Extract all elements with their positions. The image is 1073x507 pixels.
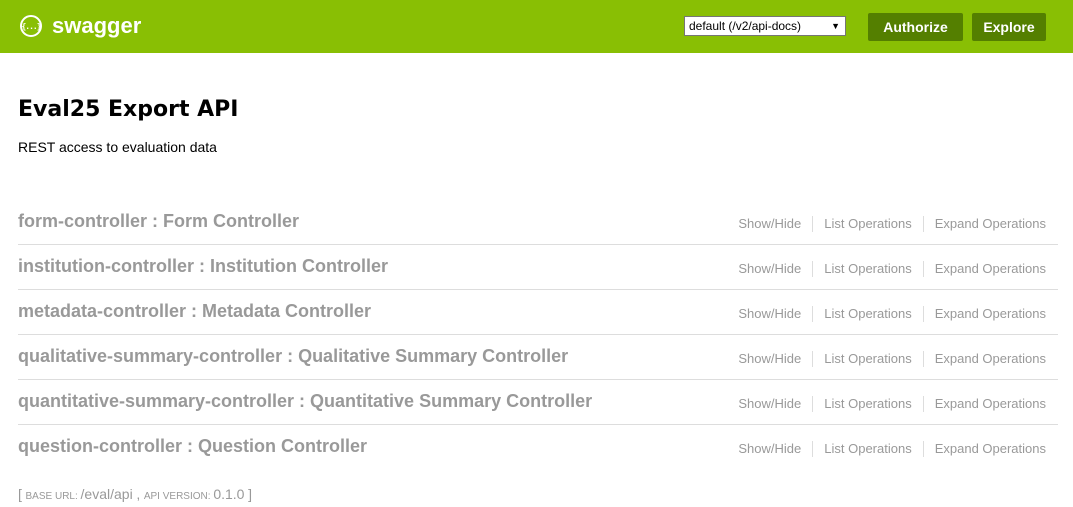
resource-item-question-controller: question-controller : Question Controlle… — [18, 425, 1058, 469]
api-select-value: default (/v2/api-docs) — [689, 19, 802, 33]
divider — [922, 351, 924, 367]
divider — [922, 261, 924, 277]
divider — [812, 306, 814, 322]
resource-item-quantitative-summary-controller: quantitative-summary-controller : Quanti… — [18, 380, 1058, 425]
divider — [922, 441, 924, 457]
api-version-label: Api version — [143, 491, 208, 502]
resource-options: Show/Hide List Operations Expand Operati… — [738, 351, 1046, 367]
api-version-value: 0.1.0 — [213, 486, 245, 502]
show-hide-link[interactable]: Show/Hide — [738, 396, 801, 412]
page-title: Eval25 Export API — [18, 97, 239, 122]
base-url-value: /eval/api — [80, 486, 133, 502]
api-definition-select[interactable]: default (/v2/api-docs) ▼ — [684, 16, 846, 36]
divider — [922, 396, 924, 412]
expand-operations-link[interactable]: Expand Operations — [935, 261, 1046, 277]
resource-list: form-controller : Form Controller Show/H… — [18, 200, 1058, 469]
resource-item-form-controller: form-controller : Form Controller Show/H… — [18, 200, 1058, 245]
expand-operations-link[interactable]: Expand Operations — [935, 441, 1046, 457]
list-operations-link[interactable]: List Operations — [824, 351, 911, 367]
expand-operations-link[interactable]: Expand Operations — [935, 216, 1046, 232]
api-footer-info: [ Base url: /eval/api , Api version: 0.1… — [18, 486, 252, 502]
resource-options: Show/Hide List Operations Expand Operati… — [738, 216, 1046, 232]
divider — [812, 261, 814, 277]
base-url-label: Base url — [25, 491, 75, 502]
authorize-button[interactable]: Authorize — [868, 13, 963, 41]
resource-item-qualitative-summary-controller: qualitative-summary-controller : Qualita… — [18, 335, 1058, 380]
resource-options: Show/Hide List Operations Expand Operati… — [738, 396, 1046, 412]
footer-open-bracket: [ — [18, 486, 22, 502]
resource-options: Show/Hide List Operations Expand Operati… — [738, 441, 1046, 457]
resource-options: Show/Hide List Operations Expand Operati… — [738, 261, 1046, 277]
expand-operations-link[interactable]: Expand Operations — [935, 351, 1046, 367]
resource-heading-link[interactable]: question-controller : Question Controlle… — [18, 435, 367, 457]
logo-text: swagger — [52, 13, 142, 38]
divider — [812, 216, 814, 232]
chevron-down-icon: ▼ — [831, 21, 840, 31]
explore-button[interactable]: Explore — [972, 13, 1046, 41]
divider — [812, 441, 814, 457]
divider — [922, 306, 924, 322]
list-operations-link[interactable]: List Operations — [824, 216, 911, 232]
divider — [922, 216, 924, 232]
resource-heading-link[interactable]: metadata-controller : Metadata Controlle… — [18, 300, 371, 322]
show-hide-link[interactable]: Show/Hide — [738, 351, 801, 367]
show-hide-link[interactable]: Show/Hide — [738, 441, 801, 457]
api-description: REST access to evaluation data — [18, 139, 217, 155]
top-header: {...} swagger default (/v2/api-docs) ▼ A… — [0, 0, 1073, 53]
expand-operations-link[interactable]: Expand Operations — [935, 306, 1046, 322]
resource-options: Show/Hide List Operations Expand Operati… — [738, 306, 1046, 322]
divider — [812, 351, 814, 367]
footer-separator: , — [136, 486, 141, 502]
expand-operations-link[interactable]: Expand Operations — [935, 396, 1046, 412]
show-hide-link[interactable]: Show/Hide — [738, 261, 801, 277]
resource-heading-link[interactable]: institution-controller : Institution Con… — [18, 255, 388, 277]
resource-heading-link[interactable]: form-controller : Form Controller — [18, 210, 299, 232]
resource-item-metadata-controller: metadata-controller : Metadata Controlle… — [18, 290, 1058, 335]
show-hide-link[interactable]: Show/Hide — [738, 216, 801, 232]
list-operations-link[interactable]: List Operations — [824, 306, 911, 322]
resource-item-institution-controller: institution-controller : Institution Con… — [18, 245, 1058, 290]
resource-heading-link[interactable]: quantitative-summary-controller : Quanti… — [18, 390, 592, 412]
list-operations-link[interactable]: List Operations — [824, 261, 911, 277]
swagger-braces-icon: {...} — [20, 15, 42, 37]
list-operations-link[interactable]: List Operations — [824, 441, 911, 457]
swagger-logo[interactable]: {...} swagger — [20, 11, 141, 41]
list-operations-link[interactable]: List Operations — [824, 396, 911, 412]
divider — [812, 396, 814, 412]
show-hide-link[interactable]: Show/Hide — [738, 306, 801, 322]
resource-heading-link[interactable]: qualitative-summary-controller : Qualita… — [18, 345, 568, 367]
footer-close-bracket: ] — [248, 486, 252, 502]
